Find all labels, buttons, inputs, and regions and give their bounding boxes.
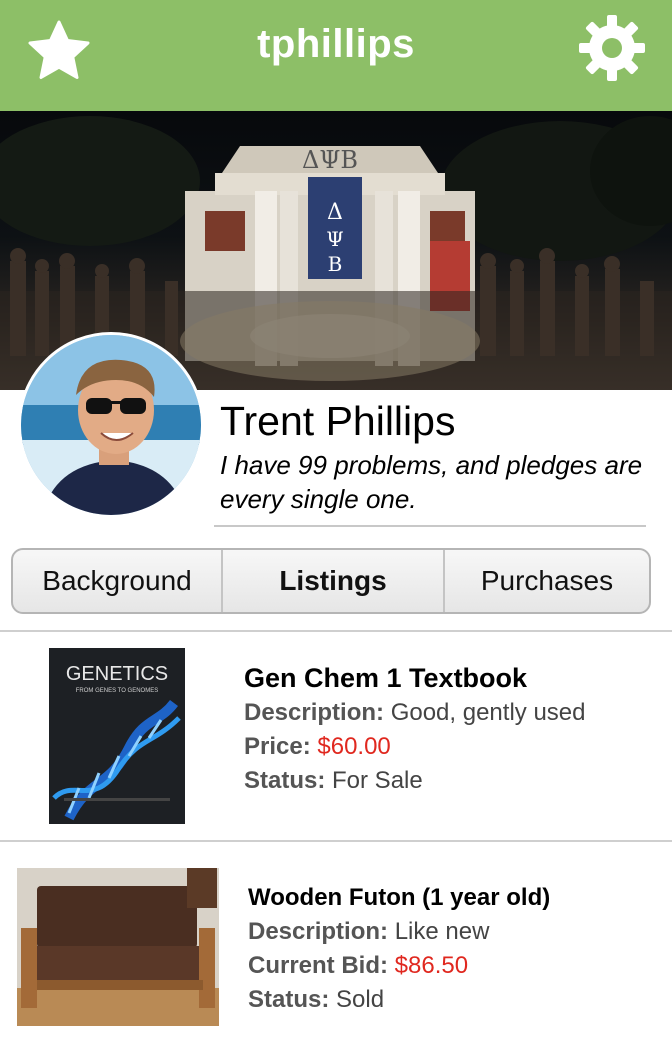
gear-icon [579, 15, 645, 81]
listing-thumbnail [17, 868, 219, 1026]
listing-info: Gen Chem 1 Textbook Description: Good, g… [244, 662, 586, 798]
tab-purchases[interactable]: Purchases [443, 550, 649, 612]
genetics-book-cover: GENETICS FROM GENES TO GENOMES [49, 648, 185, 824]
profile-bio: I have 99 problems, and pledges are ever… [220, 450, 643, 514]
listing-price: Price: $60.00 [244, 733, 391, 760]
avatar-photo [21, 335, 201, 515]
listing-item[interactable]: GENETICS FROM GENES TO GENOMES Gen Chem … [0, 632, 672, 840]
profile-name: Trent Phillips [220, 398, 456, 444]
app-header: tphillips [0, 0, 672, 111]
svg-text:B: B [328, 252, 343, 276]
svg-text:Δ: Δ [327, 200, 343, 225]
listing-description: Description: Like new [248, 918, 490, 945]
profile-tabs: Background Listings Purchases [11, 548, 651, 614]
listing-title: Gen Chem 1 Textbook [244, 663, 528, 693]
futon-photo [17, 868, 219, 1026]
listing-title: Wooden Futon (1 year old) [248, 884, 551, 911]
page-title: tphillips [257, 22, 415, 66]
listing-thumbnail: GENETICS FROM GENES TO GENOMES [49, 648, 185, 824]
listing-status: Status: For Sale [244, 767, 423, 794]
bio-divider [214, 525, 646, 527]
listing-status: Status: Sold [248, 986, 385, 1013]
book-cover-title: GENETICS [66, 663, 168, 685]
book-cover-subtitle: FROM GENES TO GENOMES [76, 688, 158, 694]
listing-info: Wooden Futon (1 year old) Description: L… [248, 882, 550, 1017]
listing-item[interactable]: Wooden Futon (1 year old) Description: L… [0, 842, 672, 1050]
svg-text:Ψ: Ψ [326, 227, 344, 251]
listing-current-bid: Current Bid: $86.50 [248, 952, 469, 979]
tab-listings[interactable]: Listings [221, 550, 443, 612]
svg-text:ΔΨB: ΔΨB [302, 146, 358, 174]
listing-description: Description: Good, gently used [244, 699, 586, 726]
tab-background[interactable]: Background [13, 550, 221, 612]
profile-avatar[interactable] [18, 332, 204, 518]
settings-button[interactable] [576, 12, 648, 84]
